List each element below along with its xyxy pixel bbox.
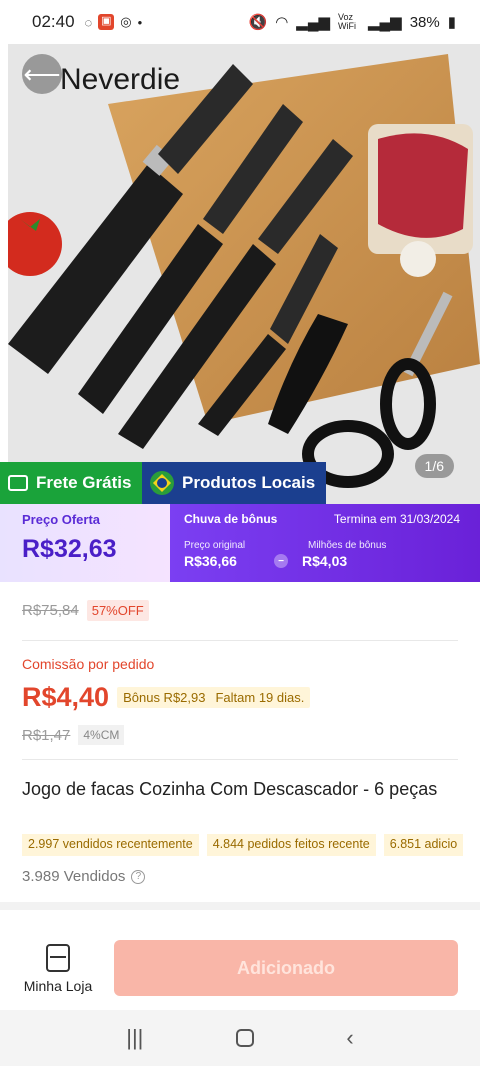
promo-end-date: Termina em 31/03/2024 [333,512,460,526]
commission-label: Comissão por pedido [22,656,155,672]
home-icon[interactable] [235,1029,254,1047]
badge-row: Frete Grátis Produtos Locais [0,462,326,504]
added-button[interactable]: Adicionado [114,940,458,996]
cloud-icon: ◌ [84,14,93,30]
store-icon [46,944,70,972]
commission-bonus-tag: Bônus R$2,93 [117,687,212,708]
sold-count: 3.989 Vendidos [22,868,126,885]
offer-price-label: Preço Oferta [22,512,101,527]
product-image-gallery[interactable]: Neverdie ⟵ 1/6 [8,44,480,504]
bottom-action-bar: Minha Loja Adicionado [0,930,480,1008]
instagram-icon: ◎ [120,14,132,29]
my-store-button[interactable]: Minha Loja [22,944,94,994]
recent-apps-icon[interactable]: ||| [126,1025,143,1051]
brand-logo: Neverdie [60,63,180,96]
discount-badge: 57%OFF [86,600,149,621]
minus-icon: − [274,554,288,568]
original-price-label: Preço original [184,540,246,551]
bonus-value: R$4,03 [302,553,348,569]
mute-icon: 🔇 [248,14,268,31]
promo-banner: Preço Oferta R$32,63 Chuva de bônus Term… [0,504,480,582]
my-store-label: Minha Loja [23,978,93,994]
image-counter: 1/6 [414,454,454,478]
bonus-rain-title: Chuva de bônus [184,512,278,526]
bonus-label: Milhões de bônus [308,540,387,551]
commission-rate: 4%CM [78,725,125,745]
ticket-icon [8,475,28,491]
local-products-badge: Produtos Locais [142,462,326,504]
status-bar: 02:40 ◌ ▣ ◎ • 🔇 ◠ ▂▄▆ Voz WiFi ▂▄▆ 38% ▮ [0,0,480,44]
old-price: R$75,84 [22,602,79,619]
divider [22,759,458,760]
product-title: Jogo de facas Cozinha Com Descascador - … [22,779,438,799]
sold-count-row: 3.989 Vendidos ? [22,868,146,885]
days-left-tag: Faltam 19 dias. [209,687,311,708]
divider [22,640,458,641]
battery-level: 38% [409,13,440,31]
section-divider [0,902,480,910]
signal-icon-2: ▂▄▆ [368,14,402,31]
commission-old-row: R$1,47 4%CM [22,725,125,745]
help-icon[interactable]: ? [131,869,146,884]
system-nav-bar: ||| ‹ [0,1010,480,1066]
product-photo: Neverdie [8,44,480,504]
sales-chips: 2.997 vendidos recentemente 4.844 pedido… [22,834,480,856]
back-button[interactable]: ⟵ [22,54,62,94]
back-nav-icon[interactable]: ‹ [346,1025,353,1051]
local-products-label: Produtos Locais [182,473,316,492]
offer-price-block: Preço Oferta R$32,63 [0,504,170,582]
signal-icon: ▂▄▆ [296,14,330,31]
status-time: 02:40 [32,12,75,31]
commission-old-value: R$1,47 [22,726,71,744]
commission-row: R$4,40 Bônus R$2,93 Faltam 19 dias. [22,682,311,713]
bonus-rain-block: Chuva de bônus Termina em 31/03/2024 Pre… [170,504,480,582]
old-price-row: R$75,84 57%OFF [22,600,149,621]
garlic [400,241,436,277]
wifi-icon: ◠ [275,14,289,31]
steak [378,133,468,238]
app-icon: ▣ [98,14,115,30]
offer-price: R$32,63 [22,535,117,563]
brazil-flag-icon [150,471,174,495]
free-shipping-badge: Frete Grátis [0,462,142,504]
sales-chip: 2.997 vendidos recentemente [22,834,199,856]
status-icons: ◌ ▣ ◎ • [84,14,143,30]
commission-value: R$4,40 [22,682,110,712]
battery-icon: ▮ [447,14,456,31]
sales-chip: 4.844 pedidos feitos recente [206,834,376,856]
sales-chip: 6.851 adicio [383,834,464,856]
free-shipping-label: Frete Grátis [36,473,132,492]
network-label: Voz WiFi [338,12,356,31]
dot-icon: • [137,14,143,30]
original-price-value: R$36,66 [184,553,237,569]
